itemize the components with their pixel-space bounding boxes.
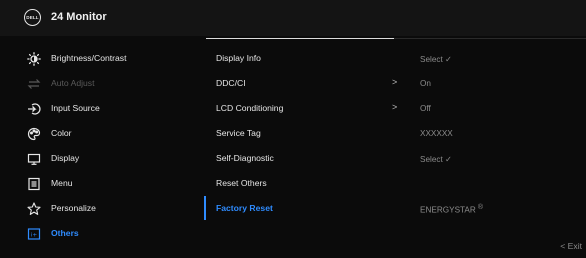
submenu-reset-others[interactable]: Reset Others: [216, 178, 267, 188]
dell-logo: DELL: [24, 9, 41, 26]
menu-item-personalize[interactable]: Personalize: [0, 198, 200, 222]
menu-item-others[interactable]: i+ Others: [0, 223, 200, 247]
selection-indicator: [204, 196, 206, 220]
top-divider: [394, 38, 586, 39]
submenu-lcd-conditioning[interactable]: LCD Conditioning: [216, 103, 283, 113]
menu-item-input-source[interactable]: Input Source: [0, 98, 200, 122]
menu-label: Others: [51, 228, 79, 238]
top-divider-active: [206, 38, 394, 39]
menu-label: Menu: [51, 178, 73, 188]
input-source-icon: [27, 102, 41, 116]
menu-label: Display: [51, 153, 80, 163]
chevron-right-icon: >: [392, 77, 398, 87]
brightness-icon: [27, 52, 41, 66]
submenu-ddc-ci[interactable]: DDC/CI: [216, 78, 246, 88]
monitor-title: 24 Monitor: [51, 11, 107, 23]
value-self-diagnostic: Select ✓: [420, 155, 452, 164]
star-icon: [27, 202, 41, 216]
energystar-label: ENERGYSTAR: [420, 205, 476, 215]
others-icon: i+: [27, 227, 41, 241]
menu-label: Auto Adjust: [51, 78, 95, 88]
value-ddc-ci: On: [420, 79, 431, 88]
submenu-service-tag[interactable]: Service Tag: [216, 128, 261, 138]
osd-header: DELL 24 Monitor: [0, 0, 586, 36]
menu-item-brightness-contrast[interactable]: Brightness/Contrast: [0, 48, 200, 72]
menu-label: Personalize: [51, 203, 96, 213]
chevron-right-icon: >: [392, 102, 398, 112]
registered-mark: ®: [477, 204, 483, 211]
menu-label: Brightness/Contrast: [51, 53, 127, 63]
value-display-info: Select ✓: [420, 55, 452, 64]
value-energystar: ENERGYSTAR ®: [420, 204, 483, 215]
color-palette-icon: [27, 127, 41, 141]
menu-label: Input Source: [51, 103, 100, 113]
value-service-tag: XXXXXX: [420, 129, 453, 138]
value-lcd-conditioning: Off: [420, 104, 431, 113]
menu-label: Color: [51, 128, 72, 138]
monitor-osd: DELL 24 Monitor Brightness/Contrast Auto…: [0, 0, 586, 258]
auto-adjust-icon: [27, 77, 41, 91]
submenu-display-info[interactable]: Display Info: [216, 53, 261, 63]
display-icon: [27, 152, 41, 166]
menu-item-menu[interactable]: Menu: [0, 173, 200, 197]
menu-item-color[interactable]: Color: [0, 123, 200, 147]
submenu-self-diagnostic[interactable]: Self-Diagnostic: [216, 153, 274, 163]
menu-item-display[interactable]: Display: [0, 148, 200, 172]
exit-button[interactable]: < Exit: [560, 241, 582, 251]
svg-text:i+: i+: [31, 233, 38, 239]
menu-item-auto-adjust[interactable]: Auto Adjust: [0, 73, 200, 97]
menu-icon: [27, 177, 41, 191]
submenu-factory-reset[interactable]: Factory Reset: [216, 203, 273, 213]
